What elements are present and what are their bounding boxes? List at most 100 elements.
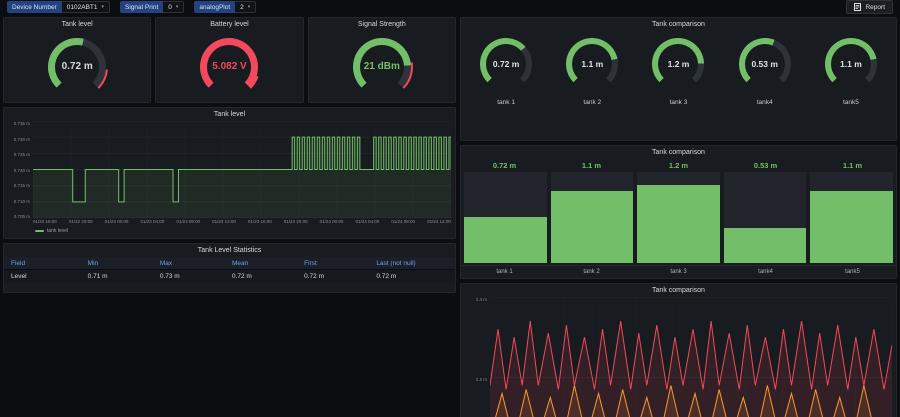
column-header[interactable]: Field [4,257,81,270]
bar-fill [637,185,720,263]
panel-title[interactable]: Battery level [156,18,302,31]
bar-value: 1.2 m [635,161,722,170]
gauge-value: 1.1 m [566,38,618,90]
plot-wrap: 01/22 16:0001/22 20:0001/23 00:0001/23 0… [33,121,451,236]
column-header[interactable]: Min [81,257,153,270]
report-button-label: Report [865,4,885,11]
device-number-dropdown[interactable]: 0102ABT1 ▾ [62,1,110,13]
column-header[interactable]: Max [153,257,225,270]
tick-label: 01/24 12:00 [427,219,451,226]
gauge-value: 1.2 m [652,38,704,90]
comparison-gauge-row: 0.72 m tank 1 1.1 m tank 2 [461,31,896,140]
chevron-down-icon: ▾ [176,4,179,10]
bar-label: tank 1 [461,269,548,275]
gauge-label: tank 2 [583,99,601,106]
tick-label: 0.730 m [14,137,30,142]
bar-fill [810,191,893,263]
bar-value: 1.1 m [809,161,896,170]
tank2-gauge-cell: 1.1 m tank 2 [549,35,635,138]
left-column: Tank level 0.72 m Battery level [3,17,456,417]
column-header[interactable]: Mean [225,257,297,270]
tick-label: 0.705 m [14,214,30,219]
gauge-value: 0.72 m [48,38,106,96]
bar-label: tank4 [722,269,809,275]
panel-tank-level-gauge: Tank level 0.72 m [3,17,151,103]
variable-filters: Device Number 0102ABT1 ▾ Signal Print 0 … [7,1,256,13]
bar-fill [551,191,634,263]
bar-value: 1.1 m [548,161,635,170]
tank1-gauge-cell: 0.72 m tank 1 [463,35,549,138]
table-cell: Level [4,270,81,284]
tank-comparison-chart[interactable] [490,297,892,417]
tick-label: 0.725 m [14,152,30,157]
tank3-gauge-cell: 1.2 m tank 3 [635,35,721,138]
variable-label: Signal Print [120,1,163,13]
bar-values-row: 0.72 m 1.1 m 1.2 m 0.53 m 1.1 m [461,159,896,171]
panel-tank-comparison-bars: Tank comparison 0.72 m 1.1 m 1.2 m 0.53 … [460,145,897,279]
x-axis-labels: 01/22 16:0001/22 20:0001/23 00:0001/23 0… [33,218,451,226]
tick-label: 01/24 08:00 [391,219,415,226]
gauge-wrap: 21 dBm [309,31,455,102]
tank5-gauge: 1.1 m [825,38,877,90]
panel-title[interactable]: Tank comparison [461,146,896,159]
column-header[interactable]: Last (not null) [369,257,455,270]
gauge-value: 21 dBm [353,38,411,96]
tick-label: 01/23 20:00 [284,219,308,226]
panel-title[interactable]: Tank comparison [461,18,896,31]
panel-title[interactable]: Tank comparison [461,284,896,297]
panel-title[interactable]: Tank level [4,108,455,121]
tick-label: 0.710 m [14,199,30,204]
tank5-gauge-cell: 1.1 m tank5 [808,35,894,138]
right-column: Tank comparison 0.72 m tank 1 1.1 m [460,17,897,417]
panel-tank-comparison-timeseries: Tank comparison 1.4 m1.2 m1 m0.8 m0.6 m0… [460,283,897,417]
bar-label: tank5 [809,269,896,275]
statistics-table: Field Min Max Mean First Last (not null)… [4,257,455,283]
dropdown-value: 0102ABT1 [67,4,98,11]
bar-label: tank 3 [635,269,722,275]
panel-tank-comparison-gauges: Tank comparison 0.72 m tank 1 1.1 m [460,17,897,141]
tank4-gauge: 0.53 m [739,38,791,90]
analogplot-dropdown[interactable]: 2 ▾ [235,1,256,13]
gauge-label: tank4 [757,99,773,106]
tank5-bar [810,172,893,263]
bar-label: tank 2 [548,269,635,275]
legend-item[interactable]: tank level [35,228,68,234]
tank4-bar [724,172,807,263]
gauge-value: 1.1 m [825,38,877,90]
gauge-label: tank 1 [497,99,515,106]
chevron-down-icon: ▾ [248,4,251,10]
chart-area: 0.735 m 0.730 m 0.725 m 0.720 m 0.715 m 0.710… [4,121,455,238]
filter-device-number: Device Number 0102ABT1 ▾ [7,1,110,13]
tick-label: 0.715 m [14,183,30,188]
dashboard-grid: Tank level 0.72 m Battery level [0,14,900,417]
column-header[interactable]: First [297,257,369,270]
signal-print-dropdown[interactable]: 0 ▾ [163,1,184,13]
tick-label: 01/23 04:00 [140,219,164,226]
tank3-bar [637,172,720,263]
empty-dashboard-space [3,297,456,417]
tick-label: 0.720 m [14,168,30,173]
tank3-gauge: 1.2 m [652,38,704,90]
tank-level-chart[interactable] [33,121,451,218]
chart-legend: tank level [33,226,451,236]
table-cell: 0.72 m [369,270,455,284]
bar-fill [464,217,547,263]
bar-fill [724,228,807,263]
panel-title[interactable]: Signal Strength [309,18,455,31]
gauge-wrap: 0.72 m [4,31,150,102]
tank2-bar [551,172,634,263]
tick-label: 1.2 m [476,377,487,382]
tick-label: 0.735 m [14,121,30,126]
tick-label: 01/24 04:00 [355,219,379,226]
panel-title[interactable]: Tank Level Statistics [4,244,455,257]
table-cell: 0.73 m [153,270,225,284]
filter-signal-print: Signal Print 0 ▾ [120,1,184,13]
variable-label: Device Number [7,1,62,13]
report-button[interactable]: Report [846,0,893,14]
bar-labels-row: tank 1 tank 2 tank 3 tank4 tank5 [461,265,896,278]
table-header-row: Field Min Max Mean First Last (not null) [4,257,455,270]
table-cell: 0.72 m [225,270,297,284]
panel-title[interactable]: Tank level [4,18,150,31]
panel-tank-level-statistics: Tank Level Statistics Field Min Max Mean… [3,243,456,293]
dashboard-topbar: Device Number 0102ABT1 ▾ Signal Print 0 … [0,0,900,14]
